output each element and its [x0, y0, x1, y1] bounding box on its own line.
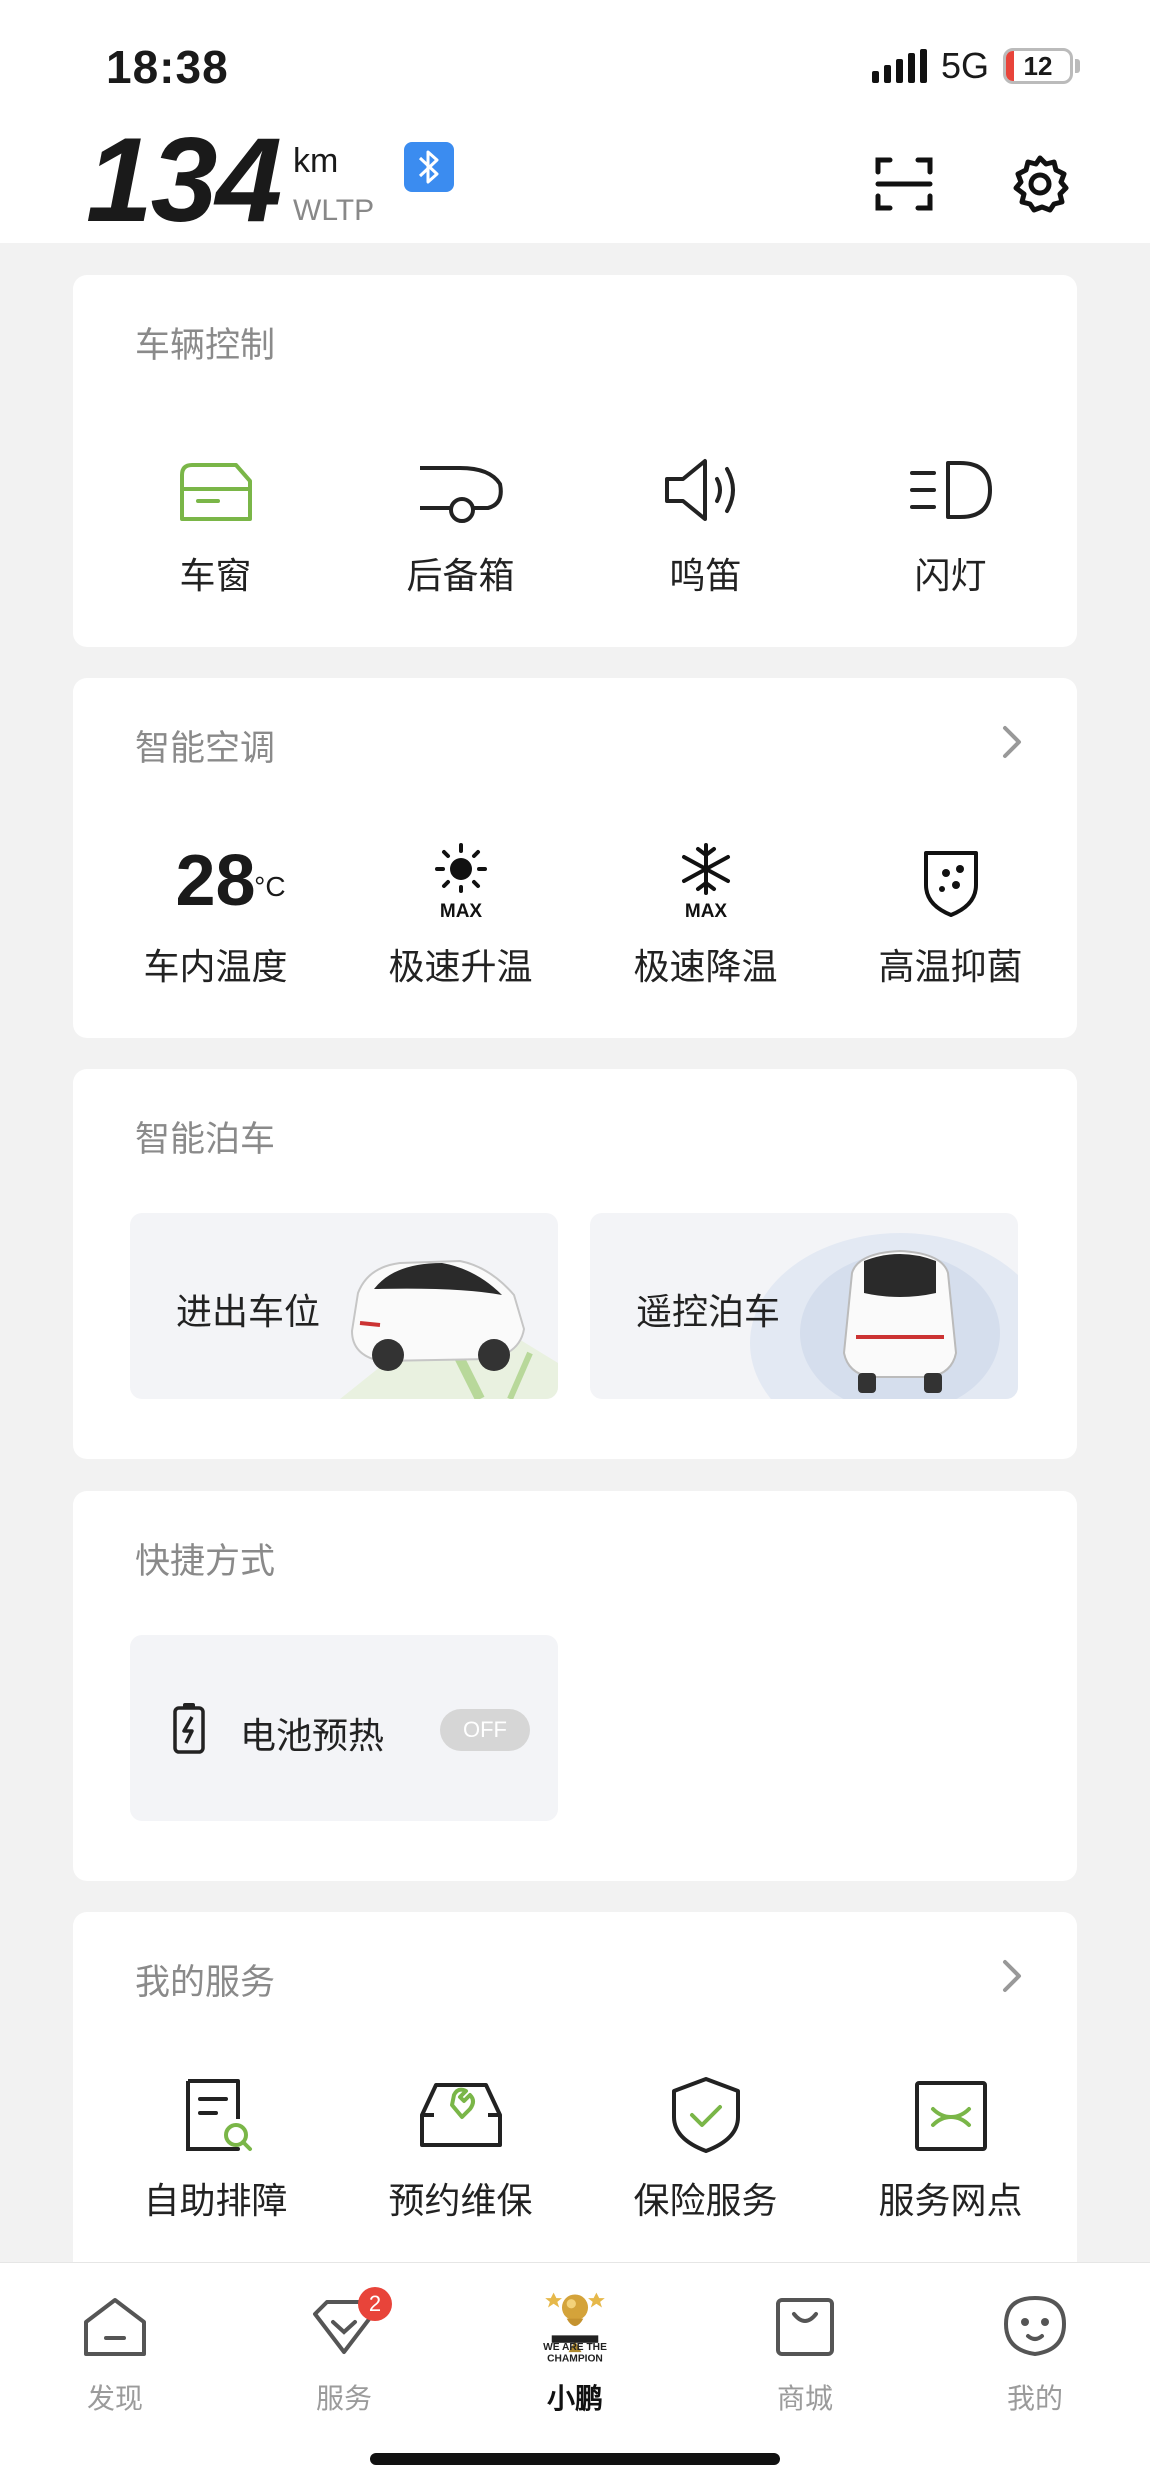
- tab-label: 商城: [776, 2382, 833, 2415]
- park-in-out-tile[interactable]: 进出车位: [130, 1213, 558, 1399]
- settings-button[interactable]: [1008, 152, 1072, 216]
- climate-card[interactable]: 智能空调 28 °C 车内温度 MAX 极速升温 MAX 极速降温 高温抑菌: [73, 678, 1077, 1038]
- temperature-unit: °C: [254, 871, 286, 902]
- window-label: 车窗: [179, 556, 252, 597]
- flash-light-label: 闪灯: [914, 556, 987, 597]
- insurance-label: 保险服务: [633, 2181, 778, 2222]
- trunk-label: 后备箱: [406, 556, 515, 597]
- rapid-heat-label: 极速升温: [388, 947, 533, 988]
- horn-icon: [661, 445, 751, 535]
- car-wrench-icon: [416, 2070, 506, 2160]
- bluetooth-icon[interactable]: [404, 142, 454, 192]
- tab-xpeng[interactable]: WE ARE THE CHAMPION 小鹏: [495, 2287, 655, 2417]
- gear-icon: [1013, 155, 1069, 213]
- tab-discover[interactable]: 发现: [35, 2287, 195, 2417]
- service-outlets-label: 服务网点: [878, 2181, 1023, 2222]
- svg-text:CHAMPION: CHAMPION: [547, 2353, 603, 2364]
- card-title: 快捷方式: [135, 1542, 276, 1582]
- tab-service[interactable]: 2 服务: [264, 2287, 424, 2417]
- chevron-right-icon[interactable]: [997, 722, 1027, 762]
- trunk-icon: [416, 445, 506, 535]
- shield-dots-icon: [906, 836, 996, 926]
- horn-button[interactable]: 鸣笛: [583, 445, 828, 599]
- horn-label: 鸣笛: [669, 556, 742, 597]
- vehicle-control-card: 车辆控制 车窗 后备箱 鸣笛 闪灯: [73, 275, 1077, 647]
- signal-icon: [871, 49, 927, 83]
- park-in-out-label: 进出车位: [176, 1292, 321, 1333]
- trunk-button[interactable]: 后备箱: [338, 445, 583, 599]
- battery-tip: [1075, 59, 1080, 73]
- temperature-value: 28 °C: [175, 836, 285, 926]
- maintenance-booking-button[interactable]: 预约维保: [338, 2070, 583, 2224]
- range-value: 134: [86, 113, 282, 247]
- flash-light-button[interactable]: 闪灯: [828, 445, 1073, 599]
- window-icon: [171, 445, 261, 535]
- map-icon: [906, 2070, 996, 2160]
- chevron-right-icon[interactable]: [997, 1956, 1027, 1996]
- snowflake-max-icon: MAX: [661, 836, 751, 926]
- service-outlets-button[interactable]: 服务网点: [828, 2070, 1073, 2224]
- maintenance-booking-label: 预约维保: [388, 2181, 533, 2222]
- card-title: 智能泊车: [135, 1120, 276, 1160]
- rapid-cool-button[interactable]: MAX 极速降温: [583, 836, 828, 990]
- window-button[interactable]: 车窗: [93, 445, 338, 599]
- doc-search-icon: [171, 2070, 261, 2160]
- scan-button[interactable]: [872, 152, 936, 216]
- home-icon: [75, 2287, 155, 2367]
- tab-mine[interactable]: 我的: [955, 2287, 1115, 2417]
- face-icon: [995, 2287, 1075, 2367]
- rapid-cool-label: 极速降温: [633, 947, 778, 988]
- battery-preheat-toggle[interactable]: OFF: [440, 1709, 530, 1751]
- parking-card: 智能泊车 进出车位 遥控泊车: [73, 1069, 1077, 1459]
- status-time: 18:38: [106, 41, 229, 93]
- remote-parking-tile[interactable]: 遥控泊车: [590, 1213, 1018, 1399]
- headlight-icon: [906, 445, 996, 535]
- bag-icon: [765, 2287, 845, 2367]
- tab-label: 发现: [86, 2382, 143, 2415]
- self-troubleshoot-button[interactable]: 自助排障: [93, 2070, 338, 2224]
- shortcuts-card: 快捷方式 电池预热 OFF: [73, 1491, 1077, 1881]
- sun-max-icon: MAX: [416, 836, 506, 926]
- cabin-temperature-label: 车内温度: [143, 947, 288, 988]
- sterilize-label: 高温抑菌: [878, 947, 1023, 988]
- card-title: 车辆控制: [135, 326, 276, 366]
- tab-label: 服务: [315, 2382, 372, 2415]
- svg-text:WE ARE THE: WE ARE THE: [543, 2342, 607, 2353]
- battery-preheat-label: 电池预热: [240, 1716, 385, 1757]
- svg-text:MAX: MAX: [439, 901, 482, 921]
- status-indicators: 5G 12: [871, 44, 1080, 88]
- network-label: 5G: [940, 45, 989, 86]
- range-standard: WLTP: [293, 194, 375, 227]
- battery-preheat-shortcut[interactable]: 电池预热 OFF: [130, 1635, 558, 1821]
- battery-level: 12: [1023, 50, 1053, 81]
- remote-parking-label: 遥控泊车: [636, 1292, 781, 1333]
- battery-fill: [1006, 51, 1014, 81]
- range-unit: km: [293, 142, 339, 180]
- card-title: 智能空调: [135, 729, 276, 769]
- trophy-icon: WE ARE THE CHAMPION: [535, 2287, 615, 2367]
- shield-check-icon: [661, 2070, 751, 2160]
- card-title: 我的服务: [135, 1963, 276, 2003]
- scan-icon: [875, 157, 933, 211]
- self-troubleshoot-label: 自助排障: [143, 2181, 288, 2222]
- tab-label: 小鹏: [546, 2382, 603, 2415]
- top-bar: 18:38 5G 12 134 km WLTP: [0, 0, 1150, 243]
- insurance-button[interactable]: 保险服务: [583, 2070, 828, 2224]
- svg-text:MAX: MAX: [684, 901, 727, 921]
- tab-label: 我的: [1006, 2382, 1063, 2415]
- sterilize-button[interactable]: 高温抑菌: [828, 836, 1073, 990]
- home-indicator: [370, 2453, 780, 2465]
- rapid-heat-button[interactable]: MAX 极速升温: [338, 836, 583, 990]
- heart-check-icon: 2: [304, 2287, 392, 2367]
- tab-mall[interactable]: 商城: [725, 2287, 885, 2417]
- notification-badge: 2: [358, 2287, 392, 2321]
- battery-charge-icon: [173, 1703, 205, 1754]
- battery-icon: 12: [1003, 48, 1073, 84]
- cabin-temperature[interactable]: 28 °C 车内温度: [93, 836, 338, 990]
